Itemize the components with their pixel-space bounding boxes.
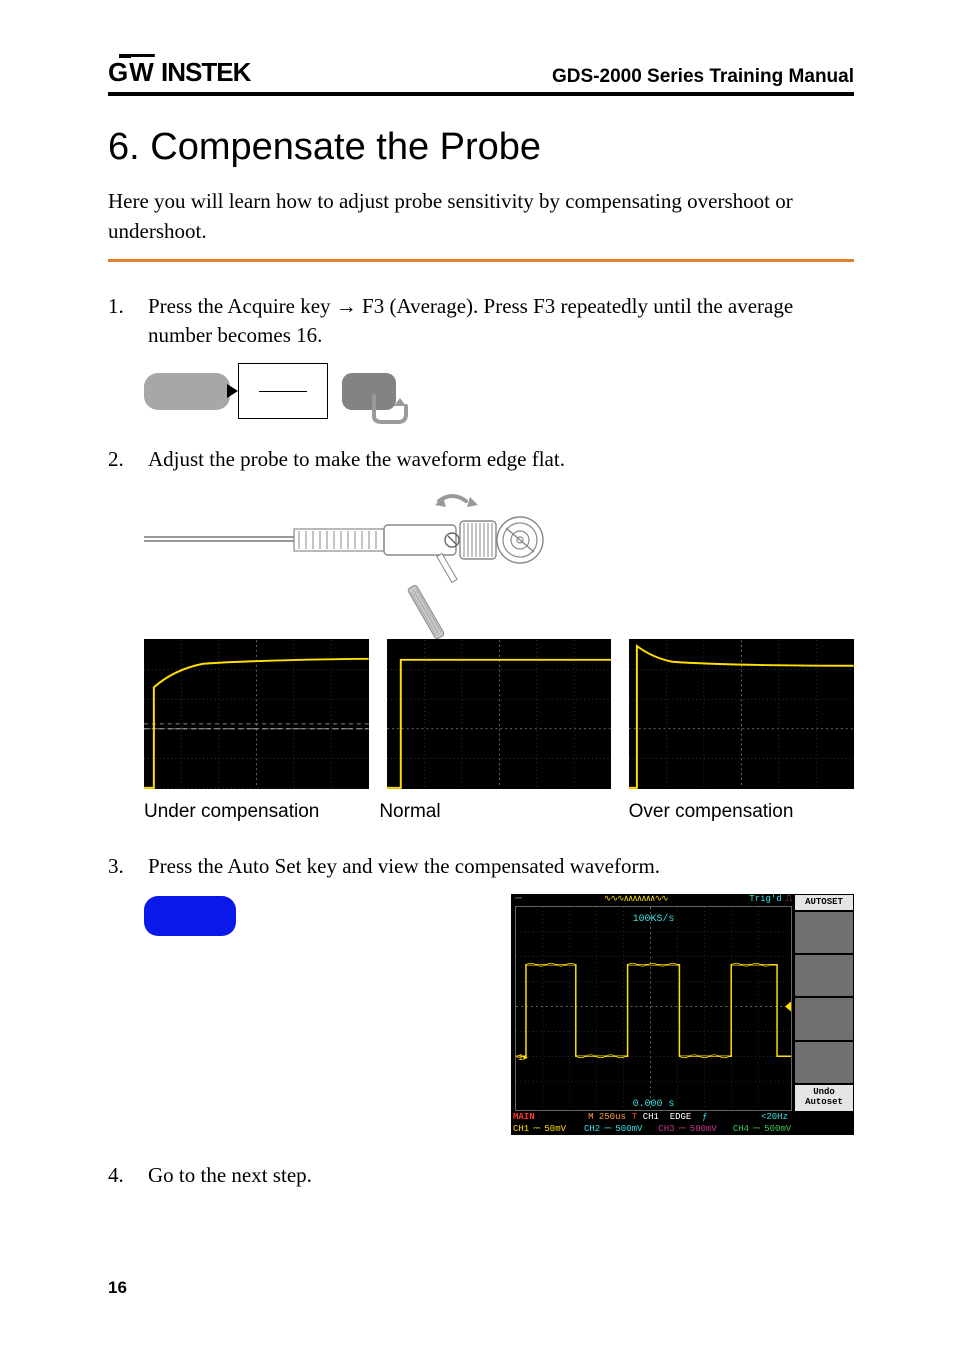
ch2-label: CH2: [584, 1123, 600, 1135]
autoset-label: AUTOSET: [795, 895, 853, 910]
ch1-label: CH1: [513, 1123, 529, 1135]
ch4v: 500mV: [764, 1123, 791, 1135]
normal-compensation-waveform: [387, 639, 612, 789]
ch2v: 500mV: [615, 1123, 642, 1135]
section-number: 6.: [108, 126, 140, 168]
main-label: MAIN: [513, 1111, 535, 1123]
step-1: Press the Acquire key → F3 (Average). Pr…: [108, 292, 854, 420]
intro-rule: [108, 259, 854, 262]
m-time: M 250us: [588, 1111, 626, 1123]
probe-figure: [144, 487, 854, 627]
freq: <20Hz: [761, 1111, 788, 1123]
ch3-label: CH3: [658, 1123, 674, 1135]
brand-logo: GW INSTEK: [108, 57, 250, 88]
autoset-key-icon: [144, 896, 236, 936]
page-number: 16: [108, 1278, 127, 1298]
caption-over: Over compensation: [605, 799, 854, 826]
svg-text:1▸: 1▸: [518, 1053, 528, 1063]
step-2: Adjust the probe to make the waveform ed…: [108, 445, 854, 826]
step-4-text: Go to the next step.: [148, 1163, 312, 1187]
step-3: Press the Auto Set key and view the comp…: [108, 852, 854, 1135]
ch4-label: CH4: [733, 1123, 749, 1135]
undo-autoset-label: UndoAutoset: [795, 1085, 853, 1111]
step-1-figure: [144, 363, 854, 419]
doc-title: GDS-2000 Series Training Manual: [552, 66, 854, 88]
caption-normal: Normal: [369, 799, 604, 826]
step-4: Go to the next step.: [108, 1161, 854, 1191]
ch1v: 50mV: [544, 1123, 566, 1135]
step-3-text: Press the Auto Set key and view the comp…: [148, 854, 660, 878]
acquire-key-icon: [144, 373, 230, 410]
sample-rate: 100KS/s: [633, 913, 675, 924]
section-intro: Here you will learn how to adjust probe …: [108, 187, 854, 247]
ch3v: 500mV: [690, 1123, 717, 1135]
arrow-box: [238, 363, 328, 419]
section-title: Compensate the Probe: [150, 126, 541, 168]
step-1-text: Press the Acquire key → F3 (Average). Pr…: [148, 294, 793, 348]
step-2-text: Adjust the probe to make the waveform ed…: [148, 447, 565, 471]
oscilloscope-screenshot: ⎓ ∿∿∿∧∧∧∧∧∧∧∿∿ Trig'd ⎍: [511, 894, 854, 1135]
under-compensation-waveform: [144, 639, 369, 789]
repeat-arrow-icon: [370, 392, 410, 426]
section-heading: 6. Compensate the Probe: [108, 126, 854, 169]
trigd-label: Trig'd: [749, 893, 781, 906]
caption-under: Under compensation: [144, 799, 369, 826]
over-compensation-waveform: [629, 639, 854, 789]
header-rule: [108, 92, 854, 96]
time-pos: 0.000 s: [633, 1098, 675, 1109]
